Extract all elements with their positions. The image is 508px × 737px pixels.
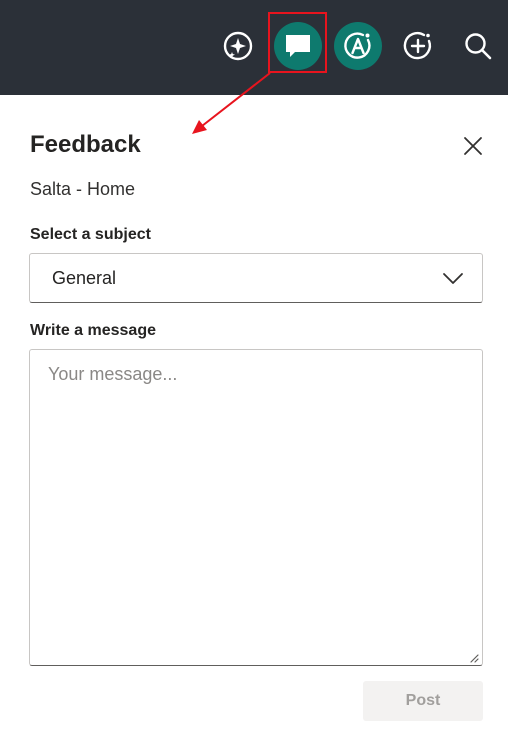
close-icon [464,137,482,155]
subject-select[interactable]: General [29,253,483,303]
top-toolbar [0,0,508,95]
message-label: Write a message [30,322,156,339]
context-label: Salta - Home [30,179,136,199]
add-icon [403,31,432,60]
copilot-sparkle-icon [223,31,253,61]
close-button[interactable] [460,133,486,159]
copilot-sparkle-button[interactable] [214,22,262,70]
add-button[interactable] [394,22,442,70]
search-button[interactable] [454,22,502,70]
subject-label: Select a subject [30,226,151,243]
message-textarea[interactable] [29,349,483,666]
highlight-annotation [268,12,327,73]
resize-grip-icon[interactable] [468,652,480,664]
panel-title: Feedback [30,131,141,158]
subject-select-value: General [52,267,117,288]
chevron-down-icon [443,273,463,284]
accessibility-button[interactable] [334,22,382,70]
search-icon [465,33,492,60]
post-button[interactable]: Post [363,681,483,721]
accessibility-check-icon [344,32,371,59]
